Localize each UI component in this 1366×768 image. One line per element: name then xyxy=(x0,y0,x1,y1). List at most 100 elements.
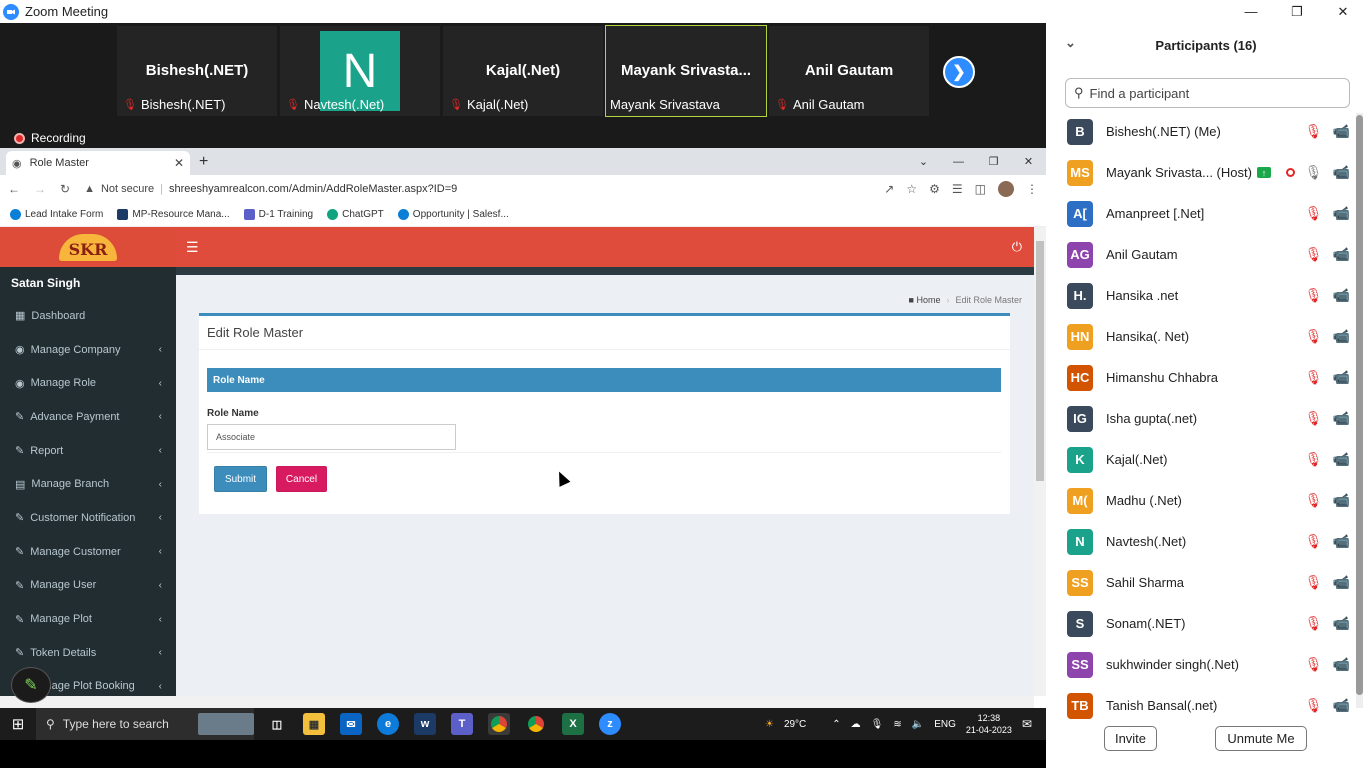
camera-off-icon[interactable]: 📹 xyxy=(1333,697,1350,714)
mic-muted-icon[interactable]: 🎙 xyxy=(1305,451,1323,468)
video-tile[interactable]: Bishesh(.NET) 🎙 Bishesh(.NET) xyxy=(117,26,277,116)
sidebar-item-manage-company[interactable]: ◉ Manage Company ‹ xyxy=(0,333,176,367)
sidebar-item-manage-user[interactable]: ✎ Manage User ‹ xyxy=(0,569,176,603)
camera-off-icon[interactable]: 📹 xyxy=(1333,451,1350,468)
profile-avatar[interactable] xyxy=(998,181,1014,197)
sidepanel-icon[interactable]: ◫ xyxy=(975,182,986,196)
mic-muted-icon[interactable]: 🎙 xyxy=(1305,287,1323,304)
teams-icon[interactable]: T xyxy=(451,713,473,735)
video-tile-active-speaker[interactable]: Mayank Srivasta... Mayank Srivastava xyxy=(605,25,767,117)
participant-row[interactable]: MS Mayank Srivasta... (Host) ↑ 🎙 📹 xyxy=(1046,152,1352,193)
volume-icon[interactable]: 🔈 xyxy=(912,719,924,730)
invite-button[interactable]: Invite xyxy=(1104,726,1157,751)
unmute-me-button[interactable]: Unmute Me xyxy=(1215,726,1307,751)
wifi-icon[interactable]: ≋ xyxy=(893,719,901,730)
horizontal-scrollbar[interactable] xyxy=(0,696,1034,708)
chrome-icon[interactable] xyxy=(525,713,547,735)
sidebar-item-customer-notification[interactable]: ✎ Customer Notification ‹ xyxy=(0,501,176,535)
restore-button[interactable]: ❐ xyxy=(1274,0,1320,23)
menu-icon[interactable]: ⋮ xyxy=(1026,182,1038,196)
share-icon[interactable]: ↗ xyxy=(884,182,894,196)
role-name-input[interactable] xyxy=(207,424,456,450)
zoom-icon[interactable]: z xyxy=(599,713,621,735)
mic-muted-icon[interactable]: 🎙 xyxy=(1305,246,1323,263)
participant-row[interactable]: A[Amanpreet [.Net] 🎙 📹 xyxy=(1046,193,1352,234)
annotate-pencil-icon[interactable]: ✎ xyxy=(11,667,51,703)
sidebar-item-report[interactable]: ✎ Report ‹ xyxy=(0,434,176,468)
extensions-icon[interactable]: ⚙ xyxy=(929,182,940,196)
find-participant-input[interactable]: ⚲ Find a participant xyxy=(1065,78,1350,108)
url-field[interactable]: ▲ Not secure | shreeshyamrealcon.com/Adm… xyxy=(84,183,870,195)
participant-row[interactable]: TB Tanish Bansal(.net) 🎙 📹 xyxy=(1046,685,1352,726)
mic-muted-icon[interactable]: 🎙 xyxy=(1305,656,1323,673)
participant-row[interactable]: IG Isha gupta(.net) 🎙 📹 xyxy=(1046,398,1352,439)
camera-off-icon[interactable]: 📹 xyxy=(1333,287,1350,304)
sidebar-item-advance-payment[interactable]: ✎ Advance Payment ‹ xyxy=(0,400,176,434)
browser-minimize-button[interactable]: — xyxy=(941,148,976,175)
network-icon[interactable]: ☁ xyxy=(851,719,861,730)
camera-off-icon[interactable]: 📹 xyxy=(1333,246,1350,263)
mic-muted-icon[interactable]: 🎙 xyxy=(1305,574,1323,591)
sidebar-item-manage-plot[interactable]: ✎ Manage Plot ‹ xyxy=(0,602,176,636)
mic-muted-icon[interactable]: 🎙 xyxy=(1305,205,1323,222)
notification-icon[interactable]: ✉ xyxy=(1022,717,1032,731)
participant-row[interactable]: AG Anil Gautam 🎙 📹 xyxy=(1046,234,1352,275)
chevron-down-icon[interactable]: ⌄ xyxy=(1065,35,1076,51)
logo[interactable]: SKR xyxy=(0,227,176,267)
scrollbar-thumb[interactable] xyxy=(1036,241,1044,481)
mic-muted-icon[interactable]: 🎙 xyxy=(1305,369,1323,386)
camera-off-icon[interactable]: 📹 xyxy=(1333,164,1350,181)
video-tile[interactable]: Kajal(.Net) 🎙 Kajal(.Net) xyxy=(443,26,603,116)
weather-temp[interactable]: 29°C xyxy=(784,719,806,730)
reload-icon[interactable]: ↻ xyxy=(60,182,70,196)
submit-button[interactable]: Submit xyxy=(214,466,267,492)
bookmark-item[interactable]: D-1 Training xyxy=(243,209,313,220)
clock[interactable]: 12:38 21-04-2023 xyxy=(966,712,1012,736)
webex-icon[interactable]: w xyxy=(414,713,436,735)
cancel-button[interactable]: Cancel xyxy=(276,466,327,492)
sidebar-item-manage-customer[interactable]: ✎ Manage Customer ‹ xyxy=(0,535,176,569)
camera-off-icon[interactable]: 📹 xyxy=(1333,410,1350,427)
taskbar-search[interactable]: ⚲ Type here to search xyxy=(36,708,254,740)
windows-start-icon[interactable]: ⊞ xyxy=(0,715,36,733)
mic-muted-icon[interactable]: 🎙 xyxy=(1305,615,1323,632)
participant-row[interactable]: H. Hansika .net 🎙 📹 xyxy=(1046,275,1352,316)
camera-off-icon[interactable]: 📹 xyxy=(1333,123,1350,140)
chrome-icon-active[interactable] xyxy=(488,713,510,735)
camera-off-icon[interactable]: 📹 xyxy=(1333,492,1350,509)
mic-muted-icon[interactable]: 🎙 xyxy=(1305,492,1323,509)
browser-tab[interactable]: ◉ Role Master ✕ xyxy=(6,151,190,175)
camera-off-icon[interactable]: 📹 xyxy=(1333,574,1350,591)
participant-row[interactable]: N Navtesh(.Net) 🎙 📹 xyxy=(1046,521,1352,562)
tab-search-icon[interactable]: ⌄ xyxy=(906,148,941,175)
tab-close-icon[interactable]: ✕ xyxy=(174,156,184,170)
microphone-icon[interactable]: 🎙 xyxy=(871,719,884,730)
bookmark-item[interactable]: ChatGPT xyxy=(327,209,384,220)
back-icon[interactable]: ← xyxy=(8,182,20,196)
star-icon[interactable]: ☆ xyxy=(906,182,917,196)
close-button[interactable]: ✕ xyxy=(1320,0,1366,23)
chevron-up-icon[interactable]: ⌃ xyxy=(832,719,840,730)
excel-icon[interactable]: X xyxy=(562,713,584,735)
page-scrollbar[interactable] xyxy=(1034,227,1046,696)
hamburger-icon[interactable]: ☰ xyxy=(186,239,199,256)
camera-off-icon[interactable]: 📹 xyxy=(1333,615,1350,632)
video-tile[interactable]: Anil Gautam 🎙 Anil Gautam xyxy=(769,26,929,116)
new-tab-icon[interactable]: + xyxy=(199,153,208,171)
bookmark-item[interactable]: MP-Resource Mana... xyxy=(117,209,230,220)
camera-off-icon[interactable]: 📹 xyxy=(1333,533,1350,550)
participant-row[interactable]: S Sonam(.NET) 🎙 📹 xyxy=(1046,603,1352,644)
participant-scrollbar[interactable] xyxy=(1356,113,1363,708)
weather-icon[interactable]: ☀ xyxy=(765,719,774,730)
participant-row[interactable]: SS Sahil Sharma 🎙 📹 xyxy=(1046,562,1352,603)
browser-close-button[interactable]: ✕ xyxy=(1011,148,1046,175)
power-icon[interactable]: ⏻ xyxy=(1012,239,1022,255)
task-view-icon[interactable]: ◫ xyxy=(266,713,288,735)
sidebar-item-manage-branch[interactable]: ▤ Manage Branch ‹ xyxy=(0,467,176,501)
participant-row[interactable]: B Bishesh(.NET) (Me) 🎙 📹 xyxy=(1046,111,1352,152)
bookmark-item[interactable]: Opportunity | Salesf... xyxy=(397,209,509,220)
mic-muted-icon[interactable]: 🎙 xyxy=(1305,328,1323,345)
participant-row[interactable]: M(Madhu (.Net) 🎙 📹 xyxy=(1046,480,1352,521)
sidebar-item-token-details[interactable]: ✎ Token Details ‹ xyxy=(0,636,176,670)
bookmark-item[interactable]: Lead Intake Form xyxy=(10,209,103,220)
